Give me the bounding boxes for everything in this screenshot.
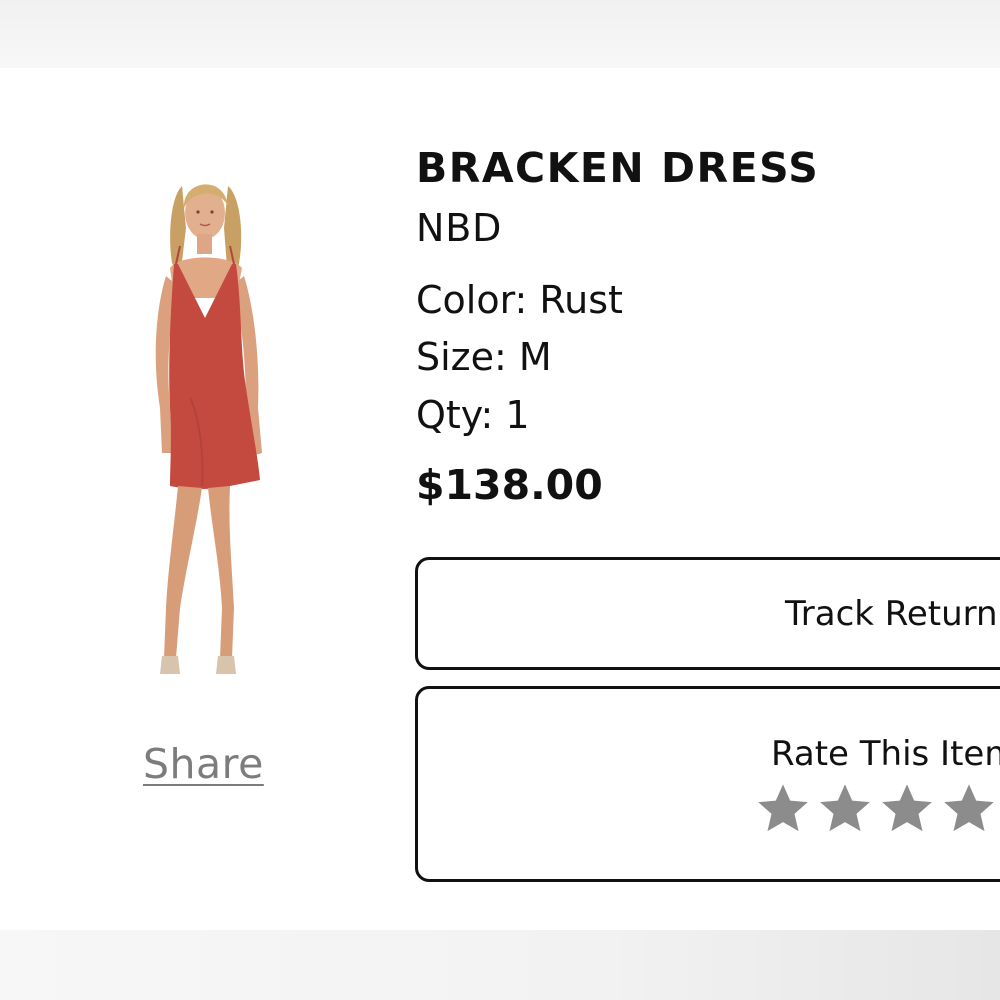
rate-item-label: Rate This Item	[771, 734, 1000, 774]
color-attribute: Color: Rust	[416, 278, 623, 322]
bottom-background-band	[0, 930, 1000, 1000]
quantity-attribute: Qty: 1	[416, 393, 530, 437]
track-return-button[interactable]: Track Return	[415, 557, 1000, 670]
brand-name: NBD	[416, 206, 503, 250]
star-icon[interactable]	[818, 781, 872, 835]
star-icon[interactable]	[942, 781, 996, 835]
track-return-label: Track Return	[785, 594, 998, 634]
share-link[interactable]: Share	[143, 740, 264, 788]
product-title: BRACKEN DRESS	[416, 144, 820, 192]
star-icon[interactable]	[756, 781, 810, 835]
top-background-band	[0, 0, 1000, 68]
order-item-card: Share BRACKEN DRESS NBD Color: Rust Size…	[0, 68, 1000, 930]
price: $138.00	[416, 461, 603, 509]
star-icon[interactable]	[880, 781, 934, 835]
size-attribute: Size: M	[416, 335, 552, 379]
rate-item-panel: Rate This Item	[415, 686, 1000, 882]
product-image[interactable]	[120, 168, 305, 688]
star-rating[interactable]	[756, 781, 1000, 835]
